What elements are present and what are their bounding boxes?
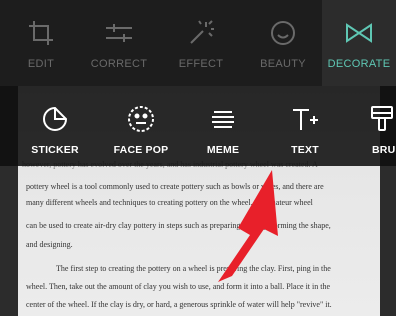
sliders-icon: [102, 16, 136, 50]
sticker-label: STICKER: [31, 144, 79, 156]
face-pop-label: FACE POP: [113, 144, 169, 156]
meme-label: MEME: [206, 144, 240, 156]
tab-effect-label: EFFECT: [178, 58, 224, 70]
tab-beauty[interactable]: BEAUTY: [242, 0, 324, 86]
document-line: can be used to create air-dry clay potte…: [26, 221, 331, 230]
sticker-icon: [36, 102, 74, 136]
document-line: pottery wheel is a tool commonly used to…: [26, 182, 324, 191]
face-pop-button[interactable]: FACE POP: [104, 86, 178, 166]
tab-decorate-label: DECORATE: [327, 58, 391, 70]
text-label: TEXT: [291, 144, 319, 156]
sticker-button[interactable]: STICKER: [22, 86, 88, 166]
text-button[interactable]: TEXT: [282, 86, 328, 166]
brush-button[interactable]: BRU: [362, 86, 396, 166]
meme-button[interactable]: MEME: [196, 86, 250, 166]
document-line: center of the wheel. If the clay is dry,…: [26, 300, 332, 309]
document-line: The first step to creating the pottery o…: [56, 264, 331, 273]
smiley-icon: [266, 16, 300, 50]
crop-icon: [24, 16, 58, 50]
text-add-icon: [286, 102, 324, 136]
document-line: wheel. Then, take out the amount of clay…: [26, 282, 331, 291]
decorate-subtoolbar: STICKER FACE POP MEME TEXT BRU: [0, 86, 396, 166]
tab-beauty-label: BEAUTY: [260, 58, 306, 70]
tab-effect[interactable]: EFFECT: [160, 0, 242, 86]
document-line: and designing.: [26, 240, 73, 249]
brush-label: BRU: [372, 144, 396, 156]
brush-icon: [368, 102, 396, 136]
bowtie-icon: [342, 16, 376, 50]
document-line: many different wheels and techniques to …: [26, 198, 313, 207]
main-toolbar: EDIT CORRECT EFFECT BEAUTY DECORATE: [0, 0, 396, 86]
meme-icon: [204, 102, 242, 136]
tab-edit[interactable]: EDIT: [0, 0, 82, 86]
face-pop-icon: [122, 102, 160, 136]
tab-edit-label: EDIT: [27, 58, 55, 70]
magic-wand-icon: [184, 16, 218, 50]
tab-correct-label: CORRECT: [90, 58, 148, 70]
tab-correct[interactable]: CORRECT: [78, 0, 160, 86]
tab-decorate[interactable]: DECORATE: [322, 0, 396, 86]
